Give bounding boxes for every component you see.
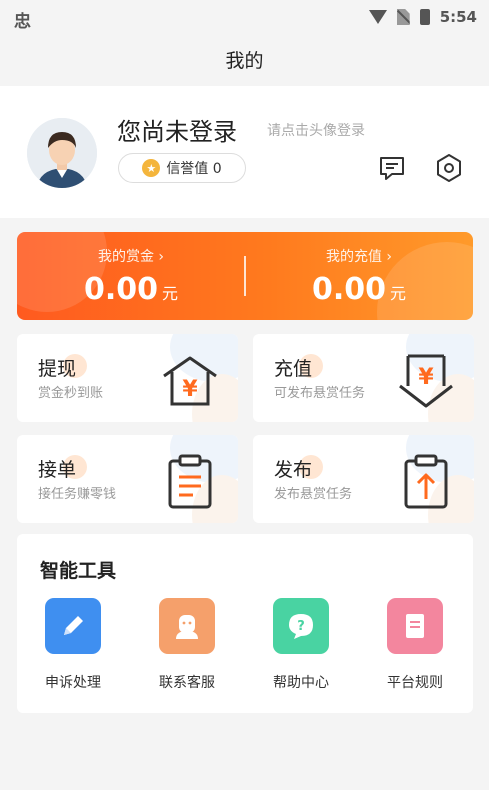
- bounty-amount-value: 0.00: [83, 272, 158, 307]
- login-hint: 请点击头像登录: [267, 123, 365, 139]
- my-bounty[interactable]: 我的赏金 › 0.00 元: [17, 232, 245, 320]
- bounty-unit: 元: [162, 284, 179, 303]
- avatar[interactable]: [27, 118, 97, 188]
- wifi-icon: [368, 10, 387, 24]
- tool-platform-rules-label: 平台规则: [387, 675, 443, 691]
- svg-text:?: ?: [297, 619, 305, 634]
- wallet-banner: 我的赏金 › 0.00 元 我的充值 › 0.00 元: [17, 232, 473, 320]
- recharge-title: 充值: [274, 358, 313, 380]
- accept-order-card[interactable]: 接单 接任务赚零钱: [17, 435, 238, 523]
- smart-tools-section: 智能工具 申诉处理 联系客服 ? 帮助中心 平台规则: [17, 534, 473, 713]
- my-recharge-label: 我的充值 ›: [325, 249, 393, 265]
- accept-order-icon: [160, 453, 220, 513]
- status-icons: 5:54: [368, 8, 477, 26]
- customer-service-icon: [159, 598, 215, 654]
- battery-icon: [419, 9, 430, 25]
- recharge-amount-value: 0.00: [311, 272, 386, 307]
- accept-order-title: 接单: [38, 459, 77, 481]
- withdraw-card[interactable]: 提现 赏金秒到账 ¥: [17, 334, 238, 422]
- tool-customer-service[interactable]: 联系客服: [137, 598, 237, 692]
- profile-section: 您尚未登录 请点击头像登录 ★ 信誉值 0: [0, 86, 489, 218]
- recharge-subtitle: 可发布悬赏任务: [274, 386, 366, 401]
- accept-order-subtitle: 接任务赚零钱: [38, 487, 117, 502]
- tool-appeal-label: 申诉处理: [45, 675, 101, 691]
- tool-platform-rules[interactable]: 平台规则: [365, 598, 465, 692]
- publish-icon: [396, 453, 456, 513]
- rules-icon: [387, 598, 443, 654]
- settings-icon[interactable]: [434, 152, 464, 188]
- publish-title: 发布: [274, 459, 313, 481]
- my-recharge-amount: 0.00 元: [245, 272, 473, 307]
- carrier-glyph: 忠: [14, 12, 31, 32]
- my-recharge[interactable]: 我的充值 › 0.00 元: [245, 232, 473, 320]
- publish-card[interactable]: 发布 发布悬赏任务: [253, 435, 474, 523]
- status-bar: 忠 5:54: [0, 0, 489, 36]
- tool-help-center[interactable]: ? 帮助中心: [251, 598, 351, 692]
- my-bounty-amount: 0.00 元: [17, 272, 245, 307]
- page-title: 我的: [0, 36, 489, 86]
- svg-text:¥: ¥: [418, 365, 434, 390]
- no-sim-icon: [396, 9, 410, 25]
- help-icon: ?: [273, 598, 329, 654]
- message-icon[interactable]: [377, 153, 407, 187]
- smart-tools-title: 智能工具: [40, 560, 117, 582]
- svg-text:¥: ¥: [182, 377, 198, 402]
- my-bounty-label: 我的赏金 ›: [97, 249, 165, 265]
- recharge-icon: ¥: [396, 352, 456, 412]
- withdraw-title: 提现: [38, 358, 77, 380]
- tool-customer-service-label: 联系客服: [159, 675, 215, 691]
- publish-subtitle: 发布悬赏任务: [274, 487, 353, 502]
- tool-help-center-label: 帮助中心: [273, 675, 329, 691]
- credit-score-label: 信誉值 0: [166, 161, 222, 177]
- login-status-text[interactable]: 您尚未登录: [117, 112, 237, 147]
- recharge-card[interactable]: 充值 可发布悬赏任务 ¥: [253, 334, 474, 422]
- clock: 5:54: [439, 8, 477, 26]
- pencil-icon: [45, 598, 101, 654]
- credit-score-badge[interactable]: ★ 信誉值 0: [118, 153, 246, 183]
- withdraw-subtitle: 赏金秒到账: [38, 386, 104, 401]
- tool-appeal[interactable]: 申诉处理: [23, 598, 123, 692]
- recharge-unit: 元: [390, 284, 407, 303]
- withdraw-icon: ¥: [160, 352, 220, 412]
- star-icon: ★: [142, 159, 161, 177]
- user-avatar-icon: [27, 118, 97, 188]
